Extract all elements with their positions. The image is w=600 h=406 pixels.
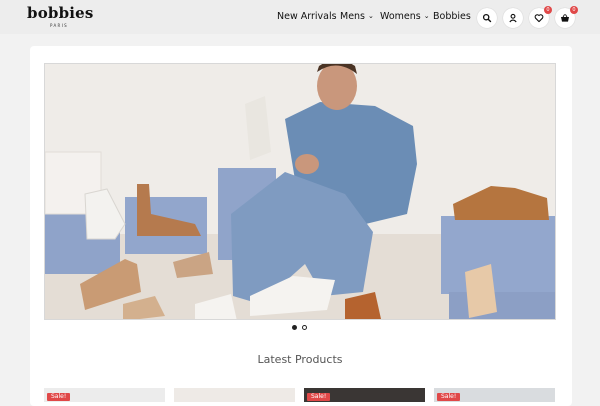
heart-icon xyxy=(534,14,544,23)
nav-new-arrivals[interactable]: New Arrivals xyxy=(277,11,337,22)
chevron-down-icon: ⌄ xyxy=(368,12,374,20)
slider-dot[interactable] xyxy=(292,325,297,330)
hero-banner-image xyxy=(45,64,555,319)
account-button[interactable] xyxy=(503,8,523,28)
nav-mens[interactable]: Mens ⌄ xyxy=(340,11,374,22)
nav-bobbies-label: Bobbies xyxy=(433,11,471,22)
basket-icon xyxy=(561,14,569,22)
wishlist-button[interactable]: 0 xyxy=(529,6,552,28)
brand-subtitle: PARIS xyxy=(50,23,68,28)
brand-name: bobbies xyxy=(27,4,94,22)
cart-button[interactable]: 0 xyxy=(555,6,578,28)
slider-pagination xyxy=(290,325,310,331)
hero-slider[interactable] xyxy=(44,63,556,320)
search-icon xyxy=(482,13,492,23)
nav-mens-label: Mens xyxy=(340,11,366,22)
section-title: Latest Products xyxy=(257,353,343,366)
search-button[interactable] xyxy=(477,8,497,28)
cart-count-badge: 0 xyxy=(570,6,578,14)
nav-bobbies[interactable]: Bobbies xyxy=(433,11,471,22)
nav-womens-label: Womens xyxy=(380,11,421,22)
user-icon xyxy=(509,13,517,23)
brand-logo[interactable]: bobbies PARIS xyxy=(27,4,94,29)
nav-new-arrivals-label: New Arrivals xyxy=(277,11,337,22)
nav-womens[interactable]: Womens ⌄ xyxy=(380,11,430,22)
wishlist-count-badge: 0 xyxy=(544,6,552,14)
slider-dot[interactable] xyxy=(302,325,307,330)
site-header: bobbies PARIS New Arrivals Mens ⌄ Womens ⌄… xyxy=(0,0,600,34)
chevron-down-icon: ⌄ xyxy=(423,12,430,20)
